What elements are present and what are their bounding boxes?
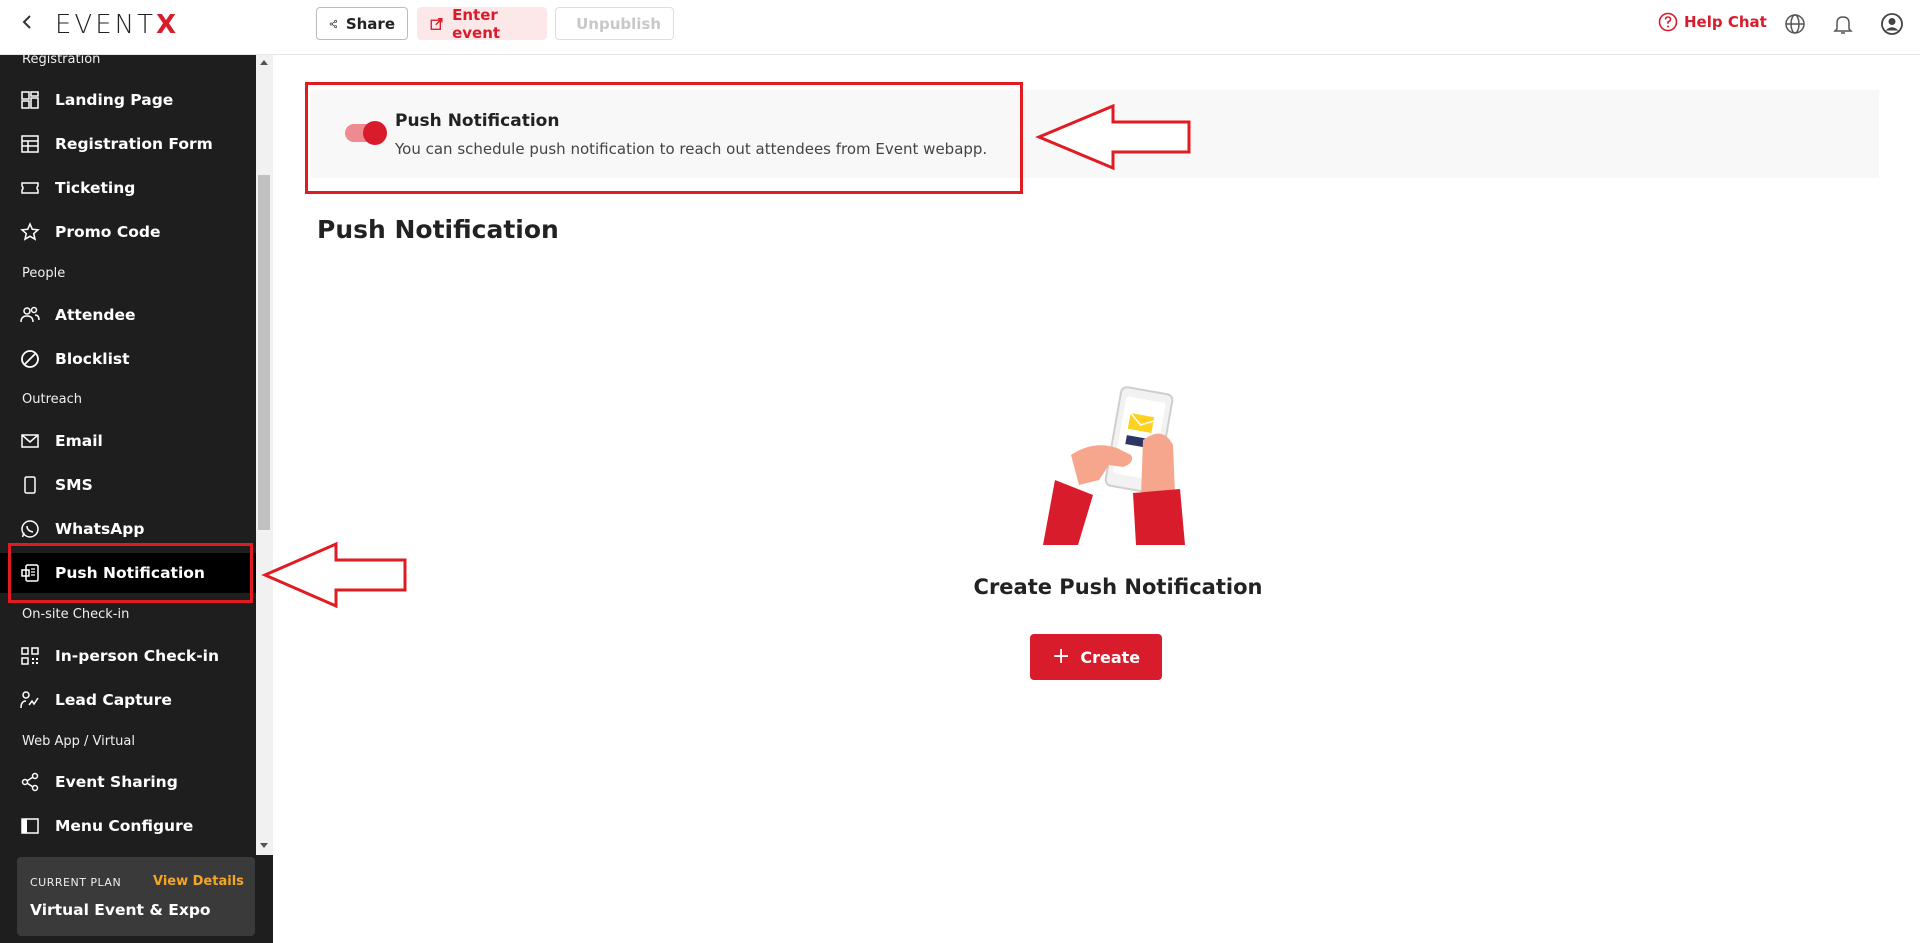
external-link-icon bbox=[430, 17, 443, 30]
share-icon bbox=[21, 772, 39, 792]
help-chat-label: Help Chat bbox=[1684, 13, 1767, 31]
sidebar-item-label: Email bbox=[55, 432, 103, 450]
sidebar-item-label: Attendee bbox=[55, 306, 136, 324]
eventx-logo[interactable]: EVENTX bbox=[55, 10, 179, 40]
sidebar-item-label: Event Sharing bbox=[55, 773, 178, 791]
create-button[interactable]: + Create bbox=[1030, 634, 1162, 680]
sidebar-item-promo-code[interactable]: Promo Code bbox=[0, 212, 256, 252]
sidebar-layout-icon bbox=[21, 818, 39, 834]
sidebar-item-lead-capture[interactable]: Lead Capture bbox=[0, 680, 256, 720]
plus-icon: + bbox=[1051, 644, 1071, 669]
sidebar-push-highlight-box bbox=[8, 543, 253, 603]
sidebar-item-sms[interactable]: SMS bbox=[0, 465, 256, 505]
help-chat-button[interactable]: Help Chat bbox=[1658, 12, 1767, 32]
sidebar-arrow-annotation bbox=[261, 541, 407, 609]
share-label: Share bbox=[345, 14, 395, 33]
phone-notification-illustration bbox=[1043, 386, 1185, 545]
ticket-icon bbox=[21, 182, 39, 194]
star-icon bbox=[20, 222, 40, 241]
sidebar-item-registration-form[interactable]: Registration Form bbox=[0, 124, 256, 164]
phone-icon bbox=[24, 476, 36, 494]
sidebar-item-label: In-person Check-in bbox=[55, 647, 219, 665]
scroll-up-arrow[interactable] bbox=[260, 60, 268, 65]
table-icon bbox=[21, 135, 39, 153]
bell-icon[interactable] bbox=[1831, 12, 1855, 36]
sidebar-item-label: SMS bbox=[55, 476, 93, 494]
scrollbar-thumb[interactable] bbox=[258, 175, 270, 530]
mail-icon bbox=[21, 434, 39, 448]
plan-name: Virtual Event & Expo bbox=[30, 901, 211, 919]
user-avatar-icon[interactable] bbox=[1880, 12, 1904, 36]
users-icon bbox=[20, 306, 40, 323]
section-onsite-checkin: On-site Check-in bbox=[22, 607, 130, 622]
empty-state-title: Create Push Notification bbox=[973, 575, 1263, 599]
sidebar-item-label: Promo Code bbox=[55, 223, 161, 241]
sidebar-item-ticketing[interactable]: Ticketing bbox=[0, 168, 256, 208]
create-label: Create bbox=[1080, 647, 1141, 667]
sidebar-item-landing-page[interactable]: Landing Page bbox=[0, 80, 256, 120]
sidebar-item-label: Landing Page bbox=[55, 91, 174, 109]
section-web-app-virtual: Web App / Virtual bbox=[22, 734, 135, 749]
globe-icon[interactable] bbox=[1783, 12, 1807, 36]
qr-code-icon bbox=[21, 647, 39, 665]
sidebar-item-event-sharing[interactable]: Event Sharing bbox=[0, 762, 256, 802]
sidebar-item-attendee[interactable]: Attendee bbox=[0, 295, 256, 335]
chevron-left-icon[interactable] bbox=[20, 12, 40, 36]
sidebar-item-label: Blocklist bbox=[55, 350, 130, 368]
current-plan-card: CURRENT PLAN View Details Virtual Event … bbox=[17, 857, 255, 936]
sidebar-item-menu-configure[interactable]: Menu Configure bbox=[0, 806, 256, 846]
whatsapp-icon bbox=[21, 520, 39, 538]
enter-event-label: Enter event bbox=[452, 5, 501, 42]
share-button[interactable]: Share bbox=[316, 7, 408, 40]
page-title: Push Notification bbox=[317, 215, 559, 244]
view-details-link[interactable]: View Details bbox=[153, 874, 244, 889]
section-people: People bbox=[22, 266, 66, 281]
current-plan-label: CURRENT PLAN bbox=[30, 876, 122, 889]
sidebar-item-label: Ticketing bbox=[55, 179, 136, 197]
lead-capture-icon bbox=[20, 691, 39, 709]
sidebar-item-in-person-check-in[interactable]: In-person Check-in bbox=[0, 636, 256, 676]
unpublish-button[interactable]: Unpublish bbox=[555, 7, 674, 40]
sidebar-item-label: Lead Capture bbox=[55, 691, 172, 709]
section-registration: Registration bbox=[22, 55, 101, 67]
banner-highlight-box bbox=[305, 82, 1023, 194]
sidebar: Registration Landing Page Registration F… bbox=[0, 55, 256, 943]
block-icon bbox=[21, 350, 39, 368]
share-icon bbox=[329, 19, 338, 28]
sidebar-bottom-strip bbox=[256, 855, 273, 943]
sidebar-item-email[interactable]: Email bbox=[0, 421, 256, 461]
banner-arrow-annotation bbox=[1035, 103, 1191, 171]
sidebar-item-label: Registration Form bbox=[55, 135, 213, 153]
sidebar-item-label: Menu Configure bbox=[55, 817, 194, 835]
sidebar-item-blocklist[interactable]: Blocklist bbox=[0, 339, 256, 379]
sidebar-item-label: WhatsApp bbox=[55, 520, 145, 538]
enter-event-button[interactable]: Enter event bbox=[417, 5, 547, 42]
help-circle-icon bbox=[1658, 12, 1678, 32]
section-outreach: Outreach bbox=[22, 392, 82, 407]
top-bar: EVENTX Share Enter event Unpublish Help … bbox=[0, 0, 1920, 55]
sidebar-scrollbar[interactable] bbox=[256, 55, 273, 855]
unpublish-label: Unpublish bbox=[576, 14, 661, 33]
scroll-down-arrow[interactable] bbox=[260, 843, 268, 848]
layout-icon bbox=[21, 91, 39, 109]
